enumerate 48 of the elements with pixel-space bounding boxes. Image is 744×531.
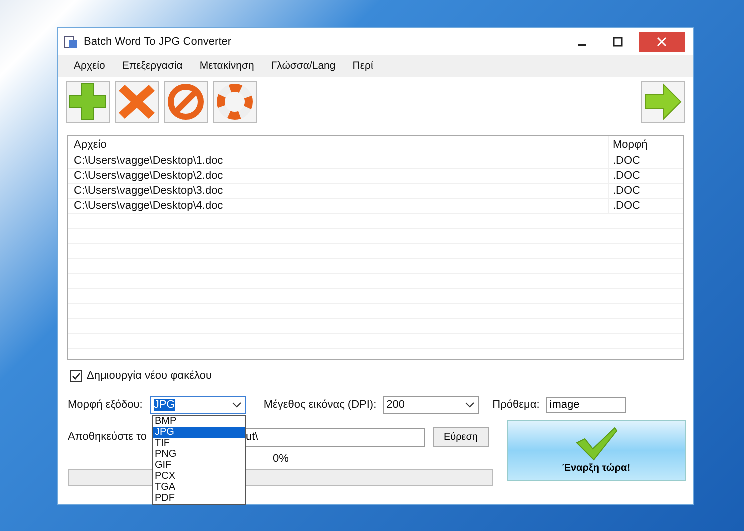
chevron-icon <box>464 402 475 408</box>
checkmark-icon <box>72 372 80 380</box>
app-icon <box>64 34 78 48</box>
table-cell: .DOC <box>608 154 640 168</box>
dropdown-option[interactable]: BMP <box>153 416 245 427</box>
remove-button[interactable] <box>115 81 159 123</box>
convert-button[interactable] <box>641 81 685 123</box>
start-button[interactable]: Έναρξη τώρα! <box>507 420 686 481</box>
dropdown-option[interactable]: GIF <box>153 460 245 471</box>
column-header: Αρχείο <box>74 139 108 151</box>
dropdown-option[interactable]: PNG <box>153 449 245 460</box>
table-cell: .DOC <box>608 199 640 213</box>
dropdown-option[interactable]: PCX <box>153 471 245 482</box>
dropdown-option[interactable]: PDF <box>153 493 245 504</box>
maximize-icon[interactable] <box>613 36 623 46</box>
close-button[interactable] <box>639 32 685 52</box>
menu-item[interactable]: Γλώσσα/Lang <box>271 60 336 72</box>
table-cell: .DOC <box>608 169 640 183</box>
close-icon <box>657 36 667 46</box>
table-cell-text: C:\Users\vagge\Desktop\1.doc <box>74 155 224 167</box>
table-cell: .DOC <box>608 184 640 198</box>
format-dropdown[interactable]: JPG <box>150 396 246 414</box>
table-cell-text: C:\Users\vagge\Desktop\3.doc <box>74 185 224 197</box>
progress-reading: 0% <box>273 453 290 465</box>
dropdown-option[interactable]: TGA <box>153 482 245 493</box>
dpi-dropdown[interactable]: 200 <box>382 396 479 414</box>
stop-button[interactable] <box>164 81 208 123</box>
menu-item[interactable]: Μετακίνηση <box>200 60 254 72</box>
menu-item[interactable]: Επεξεργασία <box>122 60 183 72</box>
help-button[interactable] <box>213 81 257 123</box>
browse-button[interactable]: Εύρεση <box>432 427 489 447</box>
dropdown-option[interactable]: TIF <box>153 438 245 449</box>
column-header: Μορφή <box>608 136 648 154</box>
checkmark-icon <box>574 427 618 461</box>
window-title: Batch Word To JPG Converter <box>84 36 232 48</box>
chevron-icon <box>232 402 242 408</box>
table-cell-text: C:\Users\vagge\Desktop\4.doc <box>74 200 224 212</box>
field-label: Αποθηκεύστε το <box>68 431 147 443</box>
menu-item[interactable]: Αρχείο <box>74 60 106 72</box>
field-label: Πρόθεμα: <box>492 399 540 411</box>
table-cell-text: C:\Users\vagge\Desktop\2.doc <box>74 170 224 182</box>
field-label: Μέγεθος εικόνας (DPI): <box>264 399 377 411</box>
add-button[interactable] <box>66 81 110 123</box>
field-label: Μορφή εξόδου: <box>68 399 143 411</box>
checkbox[interactable]: Δημιουργία νέου φακέλου <box>70 370 212 382</box>
menu-item[interactable]: Περί <box>352 60 374 72</box>
prefix-field[interactable]: image <box>546 397 626 413</box>
dropdown-option[interactable]: JPG <box>153 427 245 438</box>
